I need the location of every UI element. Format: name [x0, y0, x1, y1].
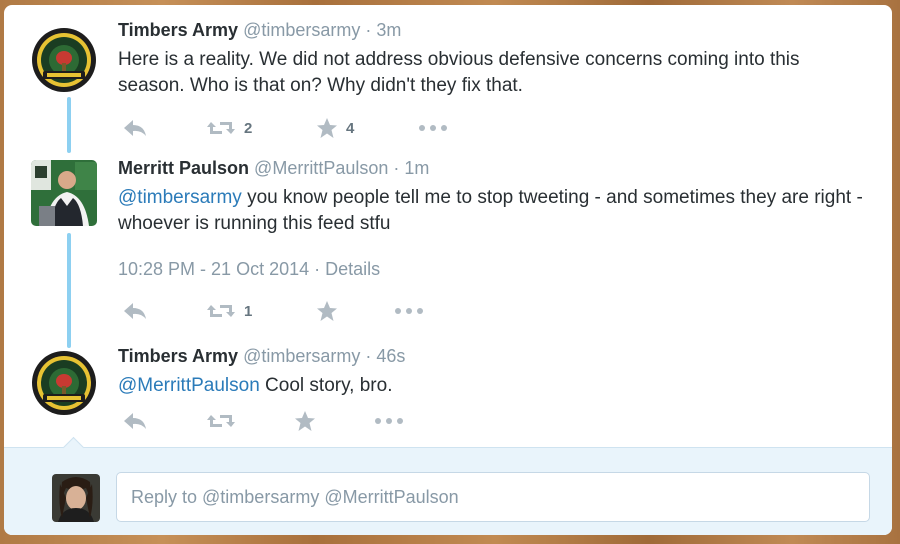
favorite-button[interactable]: 4: [316, 115, 354, 141]
more-button[interactable]: [418, 115, 448, 141]
tweet-actions: 2 4: [122, 115, 462, 141]
thread-line: [67, 233, 71, 348]
retweet-count: 2: [244, 119, 253, 137]
reply-button[interactable]: [122, 115, 148, 141]
timbers-army-logo: [32, 28, 96, 92]
retweet-icon: [207, 305, 235, 317]
conversation-card: Timbers Army @timbersarmy · 3m Here is a…: [4, 5, 892, 535]
timbers-army-logo: [32, 351, 96, 415]
author-name[interactable]: Merritt Paulson: [118, 158, 249, 178]
tweet-header: Timbers Army @timbersarmy · 46s: [118, 346, 868, 367]
reply-icon: [124, 413, 146, 429]
mention-link[interactable]: @MerrittPaulson: [118, 375, 260, 396]
tweet-header: Timbers Army @timbersarmy · 3m: [118, 20, 868, 41]
timbers-army-avatar[interactable]: [31, 350, 97, 416]
reply-icon: [124, 303, 146, 319]
tweet: Timbers Army @timbersarmy · 46s @Merritt…: [118, 346, 868, 399]
tweet-body: Cool story, bro.: [259, 375, 393, 396]
reply-button[interactable]: [122, 298, 148, 324]
reply-input[interactable]: Reply to @timbersarmy @MerrittPaulson: [116, 472, 870, 522]
favorite-button[interactable]: [294, 408, 316, 434]
merritt-avatar: [31, 160, 97, 226]
more-icon: [375, 418, 403, 424]
author-handle[interactable]: @timbersarmy: [243, 20, 360, 40]
tweet-actions: 1: [122, 298, 462, 324]
retweet-button[interactable]: 2: [206, 115, 252, 141]
reply-area: Reply to @timbersarmy @MerrittPaulson: [4, 436, 892, 535]
retweet-icon: [207, 122, 235, 134]
more-icon: [419, 125, 447, 131]
retweet-button[interactable]: 1: [206, 298, 252, 324]
tweet-timestamp[interactable]: 10:28 PM - 21 Oct 2014 · Details: [118, 259, 380, 280]
tweet: Merritt Paulson @MerrittPaulson · 1m @ti…: [118, 158, 868, 237]
reply-button[interactable]: [122, 408, 148, 434]
merritt-paulson-avatar[interactable]: [31, 160, 97, 226]
tweet-text: @MerrittPaulson Cool story, bro.: [118, 373, 868, 399]
thread-line: [67, 97, 71, 153]
author-handle[interactable]: @timbersarmy: [243, 346, 360, 366]
more-button[interactable]: [394, 298, 424, 324]
tweet-actions: [122, 408, 422, 434]
retweet-count: 1: [244, 302, 253, 320]
favorite-icon: [317, 301, 337, 321]
timbers-army-avatar[interactable]: [31, 27, 97, 93]
tweet-header: Merritt Paulson @MerrittPaulson · 1m: [118, 158, 868, 179]
author-name[interactable]: Timbers Army: [118, 346, 238, 366]
tweet-time[interactable]: · 1m: [393, 158, 429, 178]
mention-link[interactable]: @timbersarmy: [118, 187, 242, 208]
favorite-icon: [295, 411, 315, 431]
retweet-icon: [207, 415, 235, 427]
reply-icon: [124, 120, 146, 136]
author-handle[interactable]: @MerrittPaulson: [254, 158, 388, 178]
tweet-time[interactable]: · 46s: [365, 346, 405, 366]
author-name[interactable]: Timbers Army: [118, 20, 238, 40]
more-button[interactable]: [374, 408, 404, 434]
reply-notch: [62, 436, 85, 459]
user-avatar: [52, 474, 100, 522]
favorite-icon: [317, 118, 337, 138]
current-user-avatar: [52, 474, 100, 522]
more-icon: [395, 308, 423, 314]
tweet: Timbers Army @timbersarmy · 3m Here is a…: [118, 20, 868, 99]
favorite-button[interactable]: [316, 298, 338, 324]
tweet-text: Here is a reality. We did not address ob…: [118, 49, 800, 96]
tweet-time[interactable]: · 3m: [365, 20, 401, 40]
retweet-button[interactable]: [206, 408, 236, 434]
favorite-count: 4: [346, 119, 355, 137]
tweet-text: @timbersarmy you know people tell me to …: [118, 185, 868, 237]
